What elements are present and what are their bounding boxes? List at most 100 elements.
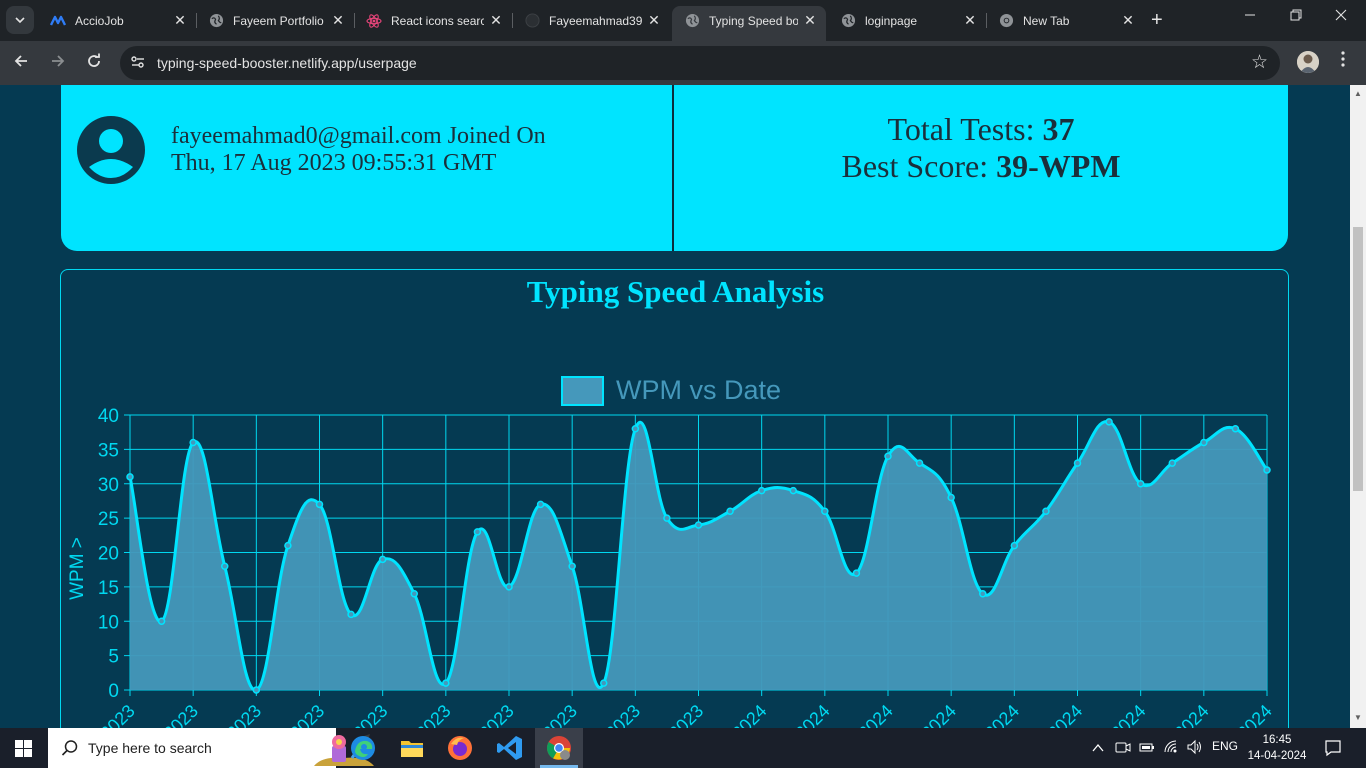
data-point <box>252 686 261 694</box>
data-point <box>1010 541 1019 550</box>
page-scrollbar[interactable]: ▲ ▼ <box>1350 85 1366 728</box>
tab-title: React icons search <box>391 13 484 28</box>
data-point <box>979 590 987 598</box>
data-point <box>663 514 671 522</box>
minimize-button[interactable] <box>1244 8 1256 25</box>
y-axis-label: WPM > <box>67 537 88 600</box>
tab-react-icons[interactable]: React icons search ✕ <box>354 6 512 35</box>
page-viewport: fayeemahmad0@gmail.com Joined On Thu, 17… <box>0 85 1350 728</box>
data-point <box>157 617 166 625</box>
battery-icon[interactable] <box>1139 739 1155 755</box>
tab-github[interactable]: Fayeemahmad39 ✕ <box>512 6 670 35</box>
data-point <box>915 459 924 467</box>
close-icon[interactable]: ✕ <box>488 12 504 29</box>
data-point <box>315 500 324 509</box>
chevron-up-icon[interactable] <box>1092 742 1104 754</box>
tab-title: Fayeemahmad39 <box>549 13 642 28</box>
x-tick-label: 2024 <box>728 701 770 728</box>
scroll-down-arrow-icon[interactable]: ▼ <box>1354 713 1362 722</box>
x-tick-label: 2023 <box>223 701 265 728</box>
data-point <box>631 425 640 433</box>
acciojob-favicon-icon <box>50 13 66 29</box>
new-tab-button[interactable]: + <box>1151 10 1163 30</box>
data-point <box>1168 459 1176 467</box>
x-tick-label: 2024 <box>791 701 833 728</box>
y-tick-label: 5 <box>108 647 119 668</box>
x-tick-label: 2023 <box>665 701 707 728</box>
chevron-down-icon <box>15 17 25 24</box>
kebab-menu-icon <box>1341 51 1345 67</box>
scrollbar-thumb[interactable] <box>1353 227 1363 491</box>
minimize-icon <box>1245 14 1255 16</box>
data-point <box>947 493 955 502</box>
y-tick-label: 0 <box>108 681 119 702</box>
data-point <box>600 679 608 687</box>
data-point <box>505 583 513 591</box>
volume-icon[interactable] <box>1186 739 1204 755</box>
data-point <box>442 679 450 687</box>
close-icon[interactable]: ✕ <box>962 12 978 29</box>
tab-new-tab[interactable]: New Tab ✕ <box>986 6 1144 35</box>
close-window-button[interactable] <box>1335 8 1347 25</box>
close-icon <box>1335 9 1347 21</box>
edge-icon[interactable] <box>349 734 377 762</box>
user-avatar-icon <box>77 116 145 184</box>
data-point <box>126 473 134 481</box>
user-email-line: fayeemahmad0@gmail.com Joined On <box>171 123 546 149</box>
github-icon <box>524 13 540 29</box>
close-icon[interactable]: ✕ <box>330 12 346 29</box>
taskbar-clock[interactable]: 16:45 14-04-2024 <box>1246 732 1308 764</box>
browser-menu-button[interactable] <box>1339 51 1347 67</box>
total-tests-label: Total Tests: <box>887 111 1043 147</box>
profile-avatar[interactable] <box>1297 51 1319 73</box>
forward-button[interactable] <box>50 53 66 74</box>
data-point <box>726 507 734 515</box>
globe-icon <box>840 13 856 29</box>
chrome-icon[interactable] <box>545 734 573 762</box>
address-bar[interactable]: typing-speed-booster.netlify.app/userpag… <box>120 46 1280 80</box>
language-indicator[interactable]: ENG <box>1212 739 1238 753</box>
close-icon[interactable]: ✕ <box>646 12 662 29</box>
tab-fayeem-portfolio[interactable]: Fayeem Portfolio ✕ <box>196 6 354 35</box>
y-tick-label: 20 <box>98 544 119 565</box>
best-score-stat: Best Score: 39-WPM <box>674 148 1288 185</box>
tab-title: New Tab <box>1023 13 1070 28</box>
tab-typing-speed-booster[interactable]: Typing Speed booster ✕ <box>672 6 826 41</box>
wpm-chart: WPM vs Date 0 5 10 15 20 25 30 35 40 2023 2023 2023 2… <box>67 375 1276 728</box>
site-settings-icon[interactable] <box>130 54 146 70</box>
back-button[interactable] <box>13 53 29 74</box>
close-icon[interactable]: ✕ <box>802 12 818 29</box>
total-tests-value: 37 <box>1042 111 1075 147</box>
file-explorer-icon[interactable] <box>398 734 426 762</box>
data-point <box>410 590 418 598</box>
user-stats: Total Tests: 37 Best Score: 39-WPM <box>674 111 1288 185</box>
wifi-icon[interactable] <box>1163 739 1179 755</box>
restore-button[interactable] <box>1290 8 1302 25</box>
vscode-icon[interactable] <box>496 734 524 762</box>
x-tick-label: 2024 <box>1044 701 1086 728</box>
tab-search-button[interactable] <box>6 6 34 34</box>
profile-photo-icon <box>1297 51 1319 73</box>
windows-start-icon[interactable] <box>15 740 32 757</box>
close-icon[interactable]: ✕ <box>172 12 188 29</box>
x-tick-label: 2023 <box>286 701 328 728</box>
reload-button[interactable] <box>86 53 102 74</box>
firefox-icon[interactable] <box>446 734 474 762</box>
data-point <box>1105 418 1113 426</box>
scroll-up-arrow-icon[interactable]: ▲ <box>1354 89 1362 98</box>
tab-loginpage[interactable]: loginpage ✕ <box>828 6 986 35</box>
x-tick-label: 2023 <box>475 701 517 728</box>
close-icon[interactable]: ✕ <box>1120 12 1136 29</box>
clock-time: 16:45 <box>1262 734 1292 746</box>
url-text[interactable]: typing-speed-booster.netlify.app/userpag… <box>157 55 417 71</box>
x-tick-label: 2023 <box>160 701 202 728</box>
data-point <box>1263 466 1271 474</box>
restore-icon <box>1290 9 1302 21</box>
tab-acciojob[interactable]: AccioJob ✕ <box>38 6 196 35</box>
bookmark-star-icon[interactable]: ☆ <box>1251 51 1268 74</box>
meet-now-icon[interactable] <box>1115 739 1131 755</box>
taskbar-search-box[interactable]: Type here to search <box>48 728 374 768</box>
data-point <box>1200 438 1208 447</box>
notification-icon[interactable] <box>1324 739 1342 757</box>
react-icon <box>366 13 382 29</box>
